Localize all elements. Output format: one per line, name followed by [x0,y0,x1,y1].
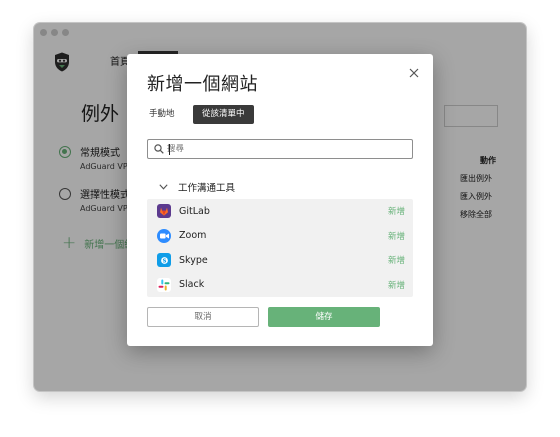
close-icon[interactable] [409,65,419,81]
site-name: Slack [179,279,205,291]
site-row-slack: Slack 新增 [147,273,413,298]
gitlab-icon [157,204,171,219]
site-name: GitLab [179,205,210,217]
add-zoom-button[interactable]: 新增 [388,230,405,242]
chevron-down-icon [159,184,168,190]
save-button[interactable]: 儲存 [268,307,380,327]
site-name: Zoom [179,230,207,242]
site-row-gitlab: GitLab 新增 [147,199,413,224]
site-row-zoom: Zoom 新增 [147,224,413,249]
site-search-field[interactable] [147,139,413,159]
search-input[interactable] [167,144,397,154]
add-website-dialog: 新增一個網站 手動地 從該清單中 工作溝通工具 GitLab 新增 [127,54,433,346]
add-slack-button[interactable]: 新增 [388,279,405,291]
tab-from-list[interactable]: 從該清單中 [193,105,254,124]
svg-text:S: S [162,258,166,264]
add-gitlab-button[interactable]: 新增 [388,205,405,217]
category-label: 工作溝通工具 [178,183,236,194]
add-skype-button[interactable]: 新增 [388,254,405,266]
site-list: GitLab 新增 Zoom 新增 S Skype 新增 Slack 新增 [147,199,413,297]
tab-manually[interactable]: 手動地 [149,105,175,124]
zoom-icon [157,228,171,243]
site-name: Skype [179,254,208,266]
site-row-skype: S Skype 新增 [147,248,413,273]
search-icon [154,144,164,154]
category-toggle[interactable]: 工作溝通工具 [159,180,235,194]
text-cursor [169,144,170,155]
slack-icon [157,277,171,292]
skype-icon: S [157,253,171,268]
cancel-button[interactable]: 取消 [147,307,259,327]
dialog-title: 新增一個網站 [147,74,258,95]
